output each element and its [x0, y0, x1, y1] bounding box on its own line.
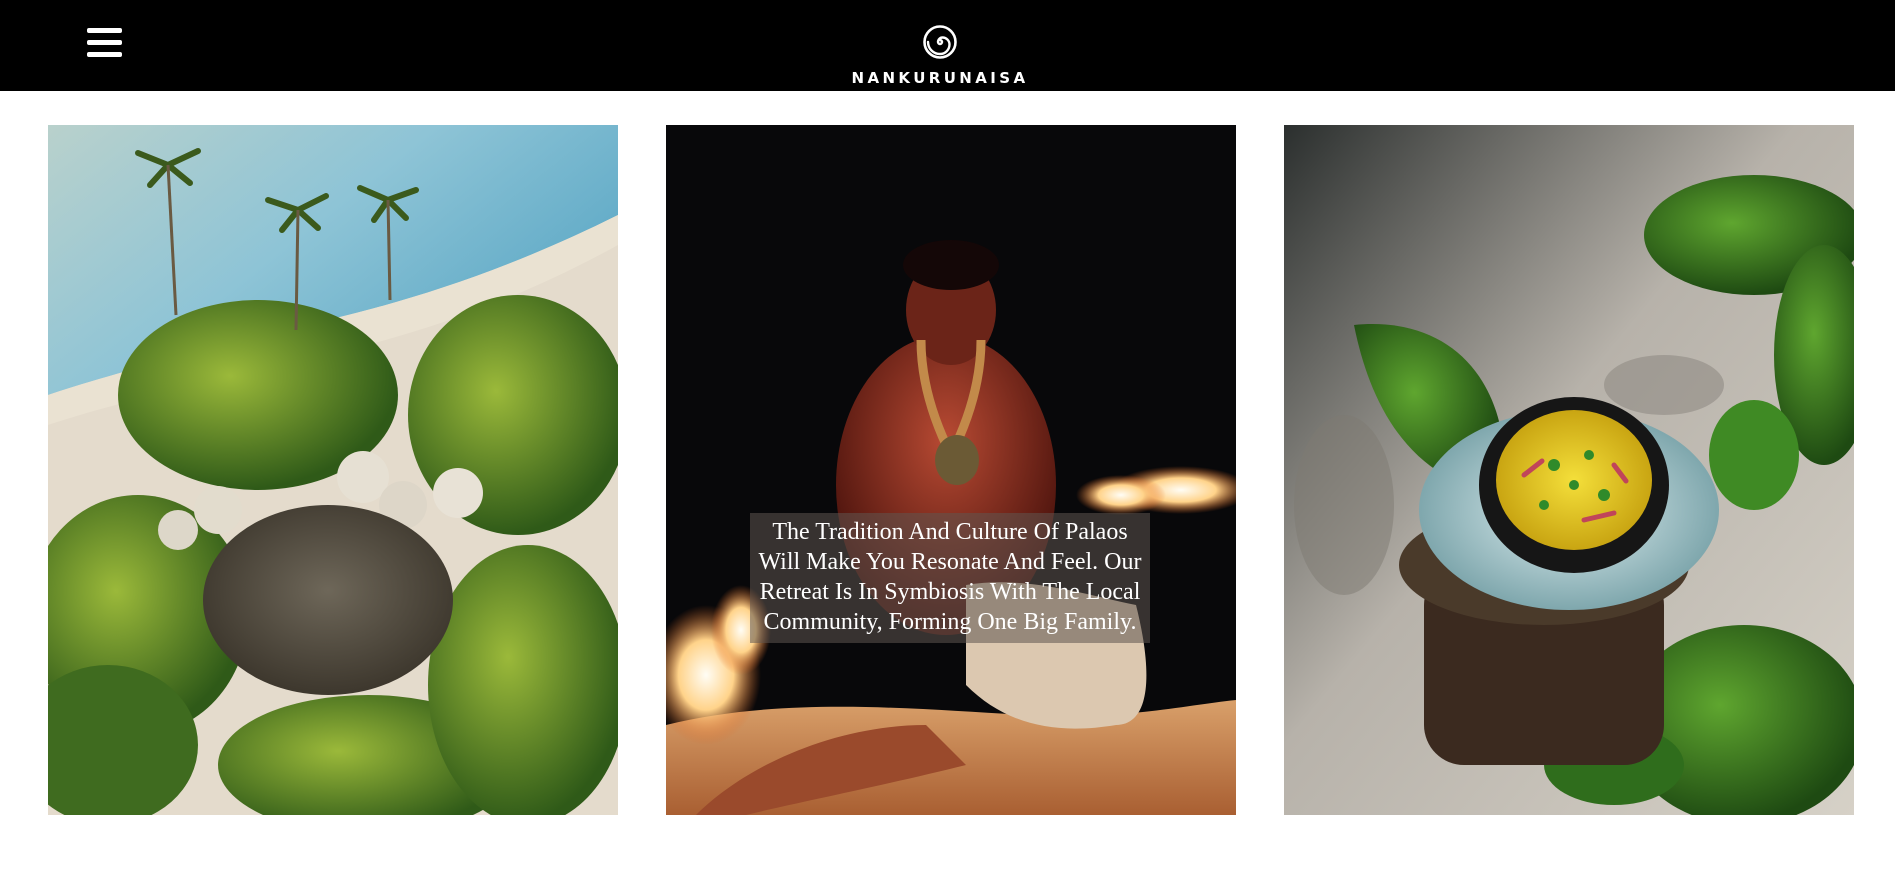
menu-line [87, 40, 122, 45]
brand-home-link[interactable]: NANKURUNAISA [820, 22, 1060, 90]
dish-bowl-image [1284, 125, 1854, 815]
fire-dancer-image [666, 125, 1236, 815]
caption-overlay[interactable]: The Tradition And Culture Of Palaos Will… [750, 513, 1150, 643]
aerial-beach-resort-image [48, 125, 618, 815]
top-navigation-bar: NANKURUNAISA [0, 0, 1895, 91]
brand-name: NANKURUNAISA [851, 69, 1029, 87]
menu-line [87, 28, 122, 33]
gallery-card-beach[interactable] [48, 125, 618, 815]
hamburger-menu-icon[interactable] [87, 28, 123, 60]
menu-line [87, 52, 122, 57]
gallery-card-fire-dancer[interactable]: The Tradition And Culture Of Palaos Will… [666, 125, 1236, 815]
spiral-logo-icon [923, 25, 957, 59]
gallery-card-dish[interactable] [1284, 125, 1854, 815]
